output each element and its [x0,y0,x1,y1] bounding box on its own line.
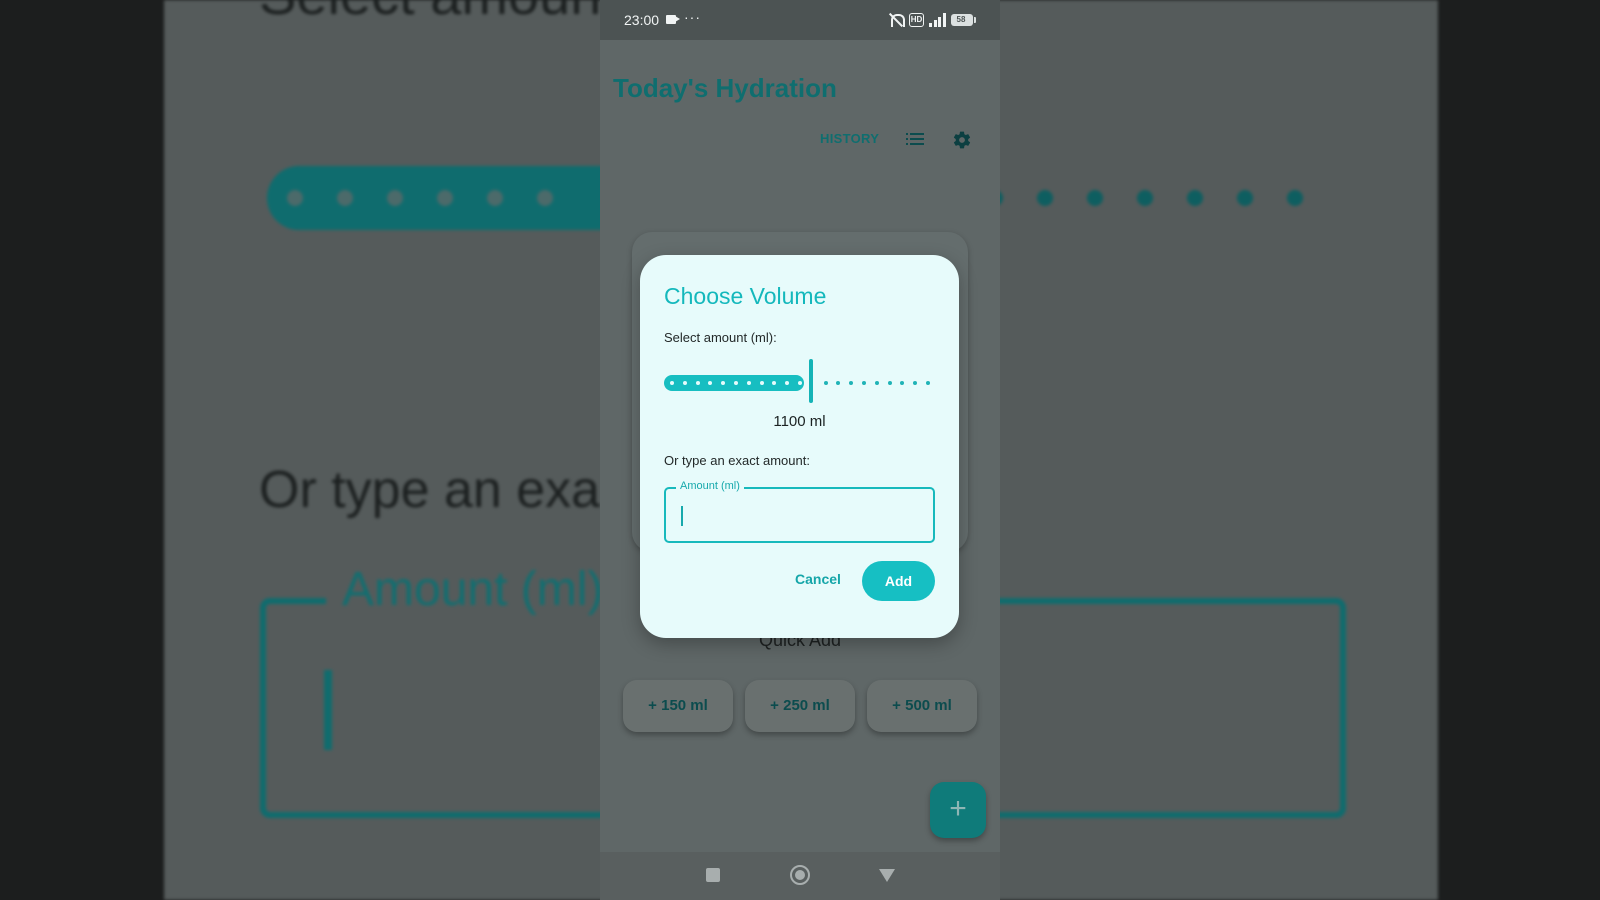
background-right-edge [1438,0,1600,900]
slider-tick [721,381,725,385]
camera-icon [666,15,680,24]
slider-tick [683,381,687,385]
quick-add-500-button[interactable]: + 500 ml [867,680,977,732]
page-title: Today's Hydration [613,73,837,103]
slider-tick [824,381,828,385]
slider-tick [785,381,789,385]
slider-thumb[interactable] [809,359,813,403]
background-hint: Or type an exa [259,461,601,519]
background-dot [437,190,453,206]
exact-amount-hint: Or type an exact amount: [664,453,810,468]
slider-tick [798,381,802,385]
status-icons: HD 58 [888,11,976,29]
quick-add-150-button[interactable]: + 150 ml [623,680,733,732]
slider-value-text: 1100 ml [773,413,826,430]
quick-add-250-button[interactable]: + 250 ml [745,680,855,732]
background-dot [1137,190,1153,206]
background-field-label: Amount (ml) [326,562,620,617]
background-dot [1237,190,1253,206]
slider-tick [900,381,904,385]
slider-tick [926,381,930,385]
slider-tick [888,381,892,385]
slider-tick [849,381,853,385]
mute-icon [888,12,905,28]
background-dot [287,190,303,206]
cancel-button[interactable]: Cancel [795,571,841,587]
navigation-bar [600,852,1000,900]
back-icon[interactable] [879,869,895,882]
background-dot [337,190,353,206]
background-dot [487,190,503,206]
slider-tick [747,381,751,385]
choose-volume-dialog: Choose Volume Select amount (ml): 1100 m… [640,255,959,638]
home-icon[interactable] [790,865,810,885]
slider-tick [670,381,674,385]
background-dot [1287,190,1303,206]
add-drink-fab[interactable]: + [930,782,986,838]
amount-field[interactable]: Amount (ml) [664,480,935,543]
status-bar: 23:00 ··· HD 58 [600,0,1000,40]
background-dot [1087,190,1103,206]
slider-tick [696,381,700,385]
history-button[interactable]: HISTORY [820,131,879,146]
slider-tick [772,381,776,385]
list-icon[interactable] [906,133,924,147]
background-dot [537,190,553,206]
slider-tick [836,381,840,385]
slider-tick [875,381,879,385]
phone-screen: 23:00 ··· HD 58 Today's Hydration HISTOR… [600,0,1000,900]
background-dot [387,190,403,206]
volume-slider[interactable] [664,359,934,403]
add-button[interactable]: Add [862,561,935,601]
signal-icon [929,13,946,27]
slider-tick [708,381,712,385]
more-notifications-icon: ··· [684,9,701,25]
recent-apps-icon[interactable] [706,868,720,882]
background-title: Select amoun [259,0,601,27]
slider-tick [760,381,764,385]
status-time: 23:00 [624,12,660,28]
slider-tick [734,381,738,385]
background-slider-track [267,166,647,230]
dialog-title: Choose Volume [664,283,827,309]
hd-icon: HD [909,13,924,27]
amount-field-label: Amount (ml) [676,480,744,492]
slider-tick [913,381,917,385]
background-dot [1037,190,1053,206]
gear-icon[interactable] [952,130,972,150]
slider-tick [862,381,866,385]
amount-input[interactable] [678,503,918,527]
battery-icon: 58 [950,14,976,26]
background-left-edge [0,0,164,900]
text-caret [681,506,683,526]
background-caret [324,670,332,750]
select-amount-label: Select amount (ml): [664,330,777,345]
background-dot [1187,190,1203,206]
